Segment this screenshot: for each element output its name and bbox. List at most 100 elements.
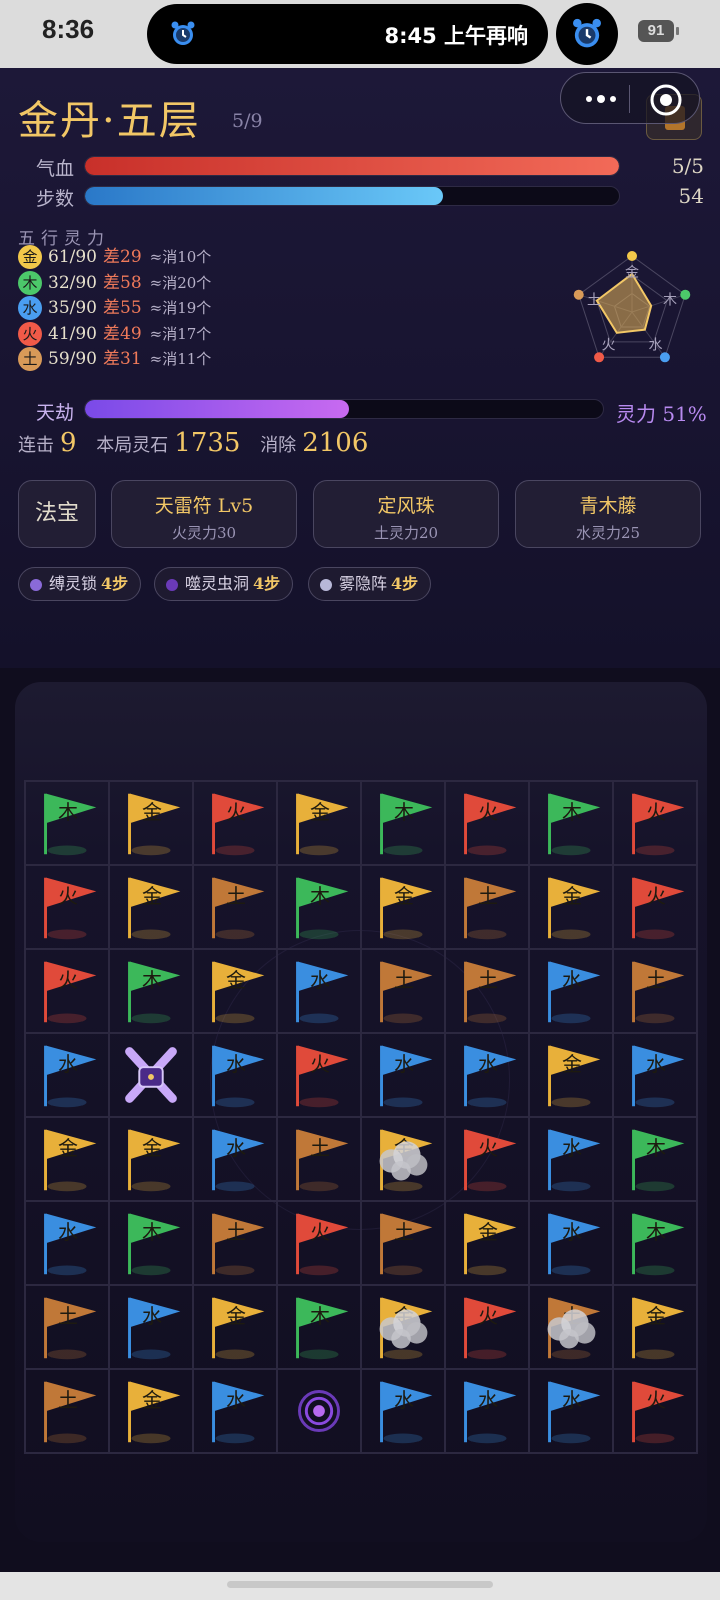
board-cell-0-3[interactable]: 金 xyxy=(277,781,361,865)
board-cell-3-3[interactable]: 火 xyxy=(277,1033,361,1117)
element-char: 水 xyxy=(562,968,582,992)
board-cell-1-2[interactable]: 土 xyxy=(193,865,277,949)
board-cell-0-5[interactable]: 火 xyxy=(445,781,529,865)
element-char: 木 xyxy=(310,1304,330,1328)
board-cell-3-7[interactable]: 水 xyxy=(613,1033,697,1117)
board-cell-5-5[interactable]: 金 xyxy=(445,1201,529,1285)
steps-value: 54 xyxy=(678,184,704,208)
board-cell-4-4[interactable]: 金 xyxy=(361,1117,445,1201)
board-cell-1-3[interactable]: 木 xyxy=(277,865,361,949)
board-cell-7-2[interactable]: 水 xyxy=(193,1369,277,1453)
board-cell-4-3[interactable]: 土 xyxy=(277,1117,361,1201)
treasure-dingfengzhu-button[interactable]: 定风珠 土灵力20 xyxy=(313,480,499,548)
board-cell-1-4[interactable]: 金 xyxy=(361,865,445,949)
element-approx: ≈消11个 xyxy=(149,350,212,368)
board-cell-0-6[interactable]: 木 xyxy=(529,781,613,865)
board-cell-6-2[interactable]: 金 xyxy=(193,1285,277,1369)
board-cell-0-7[interactable]: 火 xyxy=(613,781,697,865)
more-icon[interactable] xyxy=(581,85,621,113)
board-cell-4-5[interactable]: 火 xyxy=(445,1117,529,1201)
treasure-name: 定风珠 xyxy=(377,495,435,517)
board-cell-7-3[interactable] xyxy=(277,1369,361,1453)
board-cell-2-2[interactable]: 金 xyxy=(193,949,277,1033)
board-cell-6-0[interactable]: 土 xyxy=(25,1285,109,1369)
board-cell-6-1[interactable]: 水 xyxy=(109,1285,193,1369)
board-cell-3-0[interactable]: 水 xyxy=(25,1033,109,1117)
board-cell-0-2[interactable]: 火 xyxy=(193,781,277,865)
element-char: 金 xyxy=(562,1052,582,1076)
board-cell-1-0[interactable]: 火 xyxy=(25,865,109,949)
board-cell-5-3[interactable]: 火 xyxy=(277,1201,361,1285)
element-char: 火 xyxy=(58,884,78,908)
element-char: 水 xyxy=(562,1136,582,1160)
treasure-name: 青木藤 xyxy=(579,495,637,517)
board-cell-2-3[interactable]: 水 xyxy=(277,949,361,1033)
alarm-bubble[interactable] xyxy=(556,3,618,65)
level-progress: 5/9 xyxy=(232,110,263,132)
tianjie-bar-fill xyxy=(85,400,350,418)
element-char: 金 xyxy=(142,884,162,908)
board-cell-2-0[interactable]: 火 xyxy=(25,949,109,1033)
alarm-snooze-text: 8:45 上午再响 xyxy=(384,24,528,48)
home-indicator[interactable] xyxy=(227,1581,493,1588)
board-cell-7-0[interactable]: 土 xyxy=(25,1369,109,1453)
element-char: 火 xyxy=(478,1136,498,1160)
close-miniprogram-icon[interactable] xyxy=(649,83,683,117)
wuxing-row-1: 木 32/90 差58 ≈消20个 xyxy=(18,270,211,295)
board-cell-5-1[interactable]: 木 xyxy=(109,1201,193,1285)
board-cell-3-2[interactable]: 水 xyxy=(193,1033,277,1117)
treasure-qingmuteng-button[interactable]: 青木藤 水灵力25 xyxy=(515,480,701,548)
wuxing-row-0: 金 61/90 差29 ≈消10个 xyxy=(18,245,211,269)
board-cell-4-1[interactable]: 金 xyxy=(109,1117,193,1201)
effect-chip-shilingchongdong: 噬灵虫洞 4步 xyxy=(154,567,294,601)
board-cell-7-4[interactable]: 水 xyxy=(361,1369,445,1453)
element-char: 火 xyxy=(478,1304,498,1328)
board-cell-2-7[interactable]: 土 xyxy=(613,949,697,1033)
board-cell-3-6[interactable]: 金 xyxy=(529,1033,613,1117)
board-cell-5-6[interactable]: 水 xyxy=(529,1201,613,1285)
board-cell-2-5[interactable]: 土 xyxy=(445,949,529,1033)
board-cell-2-1[interactable]: 木 xyxy=(109,949,193,1033)
board-cell-1-1[interactable]: 金 xyxy=(109,865,193,949)
board-cell-2-4[interactable]: 土 xyxy=(361,949,445,1033)
board-cell-0-4[interactable]: 木 xyxy=(361,781,445,865)
board-cell-6-4[interactable]: 金 xyxy=(361,1285,445,1369)
board-cell-2-6[interactable]: 水 xyxy=(529,949,613,1033)
treasure-tianleifu-button[interactable]: 天雷符 Lv5 火灵力30 xyxy=(111,480,297,548)
board-cell-4-7[interactable]: 木 xyxy=(613,1117,697,1201)
board-cell-4-2[interactable]: 水 xyxy=(193,1117,277,1201)
board-cell-7-6[interactable]: 水 xyxy=(529,1369,613,1453)
board-cell-6-5[interactable]: 火 xyxy=(445,1285,529,1369)
board-cell-6-6[interactable]: 土 xyxy=(529,1285,613,1369)
board-cell-5-2[interactable]: 土 xyxy=(193,1201,277,1285)
board-cell-3-5[interactable]: 水 xyxy=(445,1033,529,1117)
element-char: 土 xyxy=(226,884,246,908)
dynamic-island[interactable]: 8:45 上午再响 xyxy=(147,4,548,64)
board-cell-4-0[interactable]: 金 xyxy=(25,1117,109,1201)
fabao-button[interactable]: 法宝 xyxy=(18,480,96,548)
board-cell-4-6[interactable]: 水 xyxy=(529,1117,613,1201)
board-cell-3-4[interactable]: 水 xyxy=(361,1033,445,1117)
element-char: 木 xyxy=(646,1136,666,1160)
element-approx: ≈消17个 xyxy=(149,324,212,343)
effect-dot-icon xyxy=(166,579,178,591)
element-char: 金 xyxy=(142,1388,162,1412)
board-cell-7-5[interactable]: 水 xyxy=(445,1369,529,1453)
radar-vertex xyxy=(659,352,670,363)
board-cell-7-7[interactable]: 火 xyxy=(613,1369,697,1453)
board-cell-5-0[interactable]: 水 xyxy=(25,1201,109,1285)
board-cell-1-6[interactable]: 金 xyxy=(529,865,613,949)
element-char: 火 xyxy=(646,884,666,908)
board-cell-3-1[interactable] xyxy=(109,1033,193,1117)
treasure-name: 天雷符 Lv5 xyxy=(154,495,254,517)
element-char: 土 xyxy=(478,884,498,908)
board-cell-0-1[interactable]: 金 xyxy=(109,781,193,865)
board-cell-6-7[interactable]: 金 xyxy=(613,1285,697,1369)
board-cell-0-0[interactable]: 木 xyxy=(25,781,109,865)
board-cell-1-5[interactable]: 土 xyxy=(445,865,529,949)
board-cell-5-4[interactable]: 土 xyxy=(361,1201,445,1285)
board-cell-6-3[interactable]: 木 xyxy=(277,1285,361,1369)
board-cell-7-1[interactable]: 金 xyxy=(109,1369,193,1453)
board-cell-1-7[interactable]: 火 xyxy=(613,865,697,949)
board-cell-5-7[interactable]: 木 xyxy=(613,1201,697,1285)
